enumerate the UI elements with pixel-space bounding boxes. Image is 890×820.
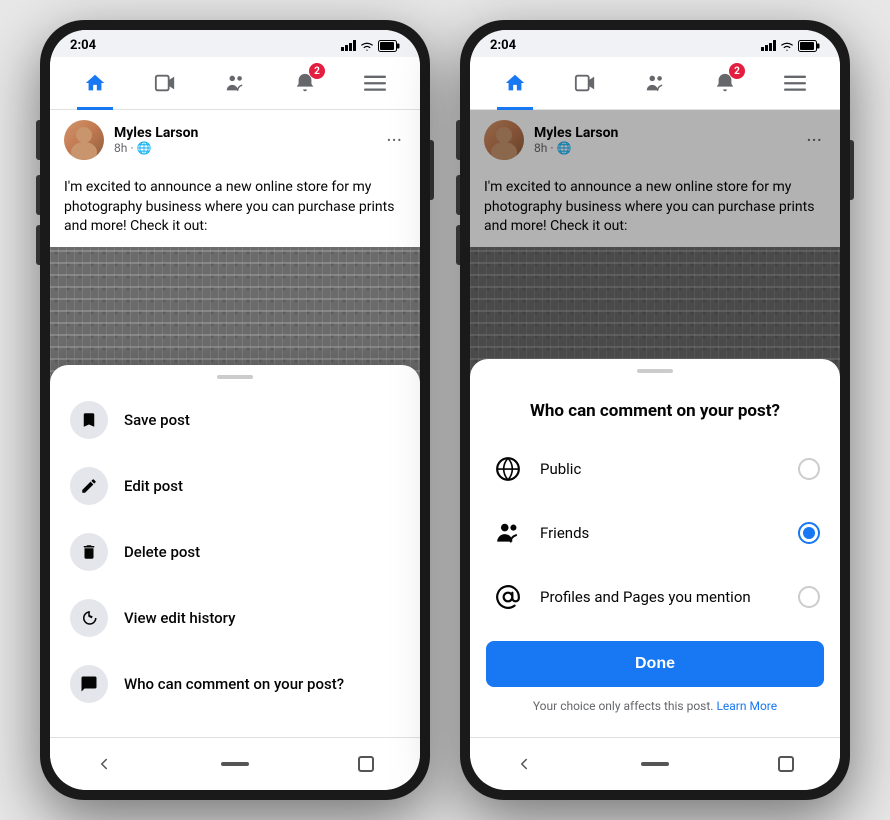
history-icon bbox=[70, 599, 108, 637]
nav-home-right[interactable] bbox=[497, 65, 533, 101]
delete-icon bbox=[70, 533, 108, 571]
option-friends[interactable]: Friends bbox=[470, 501, 840, 565]
left-screen: 2:04 bbox=[50, 30, 420, 790]
status-icons-left bbox=[341, 40, 400, 52]
nav-video-right[interactable] bbox=[567, 65, 603, 101]
back-button-right[interactable] bbox=[510, 750, 538, 778]
post-meta-left: 8h · 🌐 bbox=[114, 141, 198, 155]
square-button-right[interactable] bbox=[772, 750, 800, 778]
post-area-right: Myles Larson 8h · 🌐 ··· I'm excited to a… bbox=[470, 110, 840, 737]
wifi-icon-right bbox=[780, 41, 794, 51]
post-text-left: I'm excited to announce a new online sto… bbox=[50, 170, 420, 247]
home-button-right[interactable] bbox=[641, 750, 669, 778]
dialog-sheet: Who can comment on your post? Public bbox=[470, 359, 840, 737]
menu-item-save[interactable]: Save post bbox=[50, 387, 420, 453]
edit-label: Edit post bbox=[124, 477, 183, 495]
home-button-left[interactable] bbox=[221, 750, 249, 778]
status-time-left: 2:04 bbox=[70, 38, 96, 53]
nav-menu-right[interactable] bbox=[777, 65, 813, 101]
learn-more-link[interactable]: Learn More bbox=[716, 699, 777, 713]
friends-icon bbox=[490, 515, 526, 551]
sheet-handle-right bbox=[637, 369, 673, 373]
notification-badge-left: 2 bbox=[309, 63, 325, 79]
globe-icon bbox=[490, 451, 526, 487]
right-screen: 2:04 bbox=[470, 30, 840, 790]
radio-public[interactable] bbox=[798, 458, 820, 480]
nav-bar-left: 2 bbox=[50, 57, 420, 110]
done-button[interactable]: Done bbox=[486, 641, 824, 687]
signal-icon-right bbox=[761, 40, 776, 51]
square-button-left[interactable] bbox=[352, 750, 380, 778]
comment-label: Who can comment on your post? bbox=[124, 675, 344, 693]
post-user-left: Myles Larson 8h · 🌐 bbox=[64, 120, 198, 160]
bottom-sheet-left: Save post Edit post bbox=[50, 365, 420, 737]
avatar-left bbox=[64, 120, 104, 160]
option-profiles[interactable]: Profiles and Pages you mention bbox=[470, 565, 840, 629]
nav-home-left[interactable] bbox=[77, 65, 113, 101]
nav-notifications-right[interactable]: 2 bbox=[707, 65, 743, 101]
notification-badge-right: 2 bbox=[729, 63, 745, 79]
dialog-overlay: Who can comment on your post? Public bbox=[470, 110, 840, 737]
nav-bar-right: 2 bbox=[470, 57, 840, 110]
menu-item-edit[interactable]: Edit post bbox=[50, 453, 420, 519]
radio-friends-inner bbox=[803, 527, 815, 539]
nav-menu-left[interactable] bbox=[357, 65, 393, 101]
comment-icon bbox=[70, 665, 108, 703]
option-public[interactable]: Public bbox=[470, 437, 840, 501]
option-profiles-label: Profiles and Pages you mention bbox=[540, 588, 784, 606]
nav-groups-left[interactable] bbox=[217, 65, 253, 101]
option-public-label: Public bbox=[540, 460, 784, 478]
radio-friends[interactable] bbox=[798, 522, 820, 544]
delete-label: Delete post bbox=[124, 543, 200, 561]
nav-groups-right[interactable] bbox=[637, 65, 673, 101]
phone-nav-right bbox=[470, 737, 840, 790]
battery-icon-right bbox=[798, 40, 820, 52]
menu-item-comment[interactable]: Who can comment on your post? bbox=[50, 651, 420, 717]
nav-video-left[interactable] bbox=[147, 65, 183, 101]
option-friends-label: Friends bbox=[540, 524, 784, 542]
choice-note: Your choice only affects this post. Lear… bbox=[470, 695, 840, 717]
menu-item-history[interactable]: View edit history bbox=[50, 585, 420, 651]
menu-item-delete[interactable]: Delete post bbox=[50, 519, 420, 585]
phone-nav-left bbox=[50, 737, 420, 790]
post-area-left: Myles Larson 8h · 🌐 ··· I'm excited to a… bbox=[50, 110, 420, 737]
user-name-left: Myles Larson bbox=[114, 125, 198, 141]
radio-profiles[interactable] bbox=[798, 586, 820, 608]
more-options-left[interactable]: ··· bbox=[382, 128, 406, 152]
status-icons-right bbox=[761, 40, 820, 52]
status-bar-left: 2:04 bbox=[50, 30, 420, 57]
save-label: Save post bbox=[124, 411, 190, 429]
battery-icon bbox=[378, 40, 400, 52]
at-icon bbox=[490, 579, 526, 615]
status-bar-right: 2:04 bbox=[470, 30, 840, 57]
signal-icon bbox=[341, 40, 356, 51]
sheet-handle-left bbox=[217, 375, 253, 379]
history-label: View edit history bbox=[124, 609, 235, 627]
left-phone: 2:04 bbox=[40, 20, 430, 800]
save-icon bbox=[70, 401, 108, 439]
nav-notifications-left[interactable]: 2 bbox=[287, 65, 323, 101]
wifi-icon bbox=[360, 41, 374, 51]
back-button-left[interactable] bbox=[90, 750, 118, 778]
dialog-title: Who can comment on your post? bbox=[470, 381, 840, 437]
post-header-left: Myles Larson 8h · 🌐 ··· bbox=[50, 110, 420, 170]
edit-icon bbox=[70, 467, 108, 505]
right-phone: 2:04 bbox=[460, 20, 850, 800]
status-time-right: 2:04 bbox=[490, 38, 516, 53]
